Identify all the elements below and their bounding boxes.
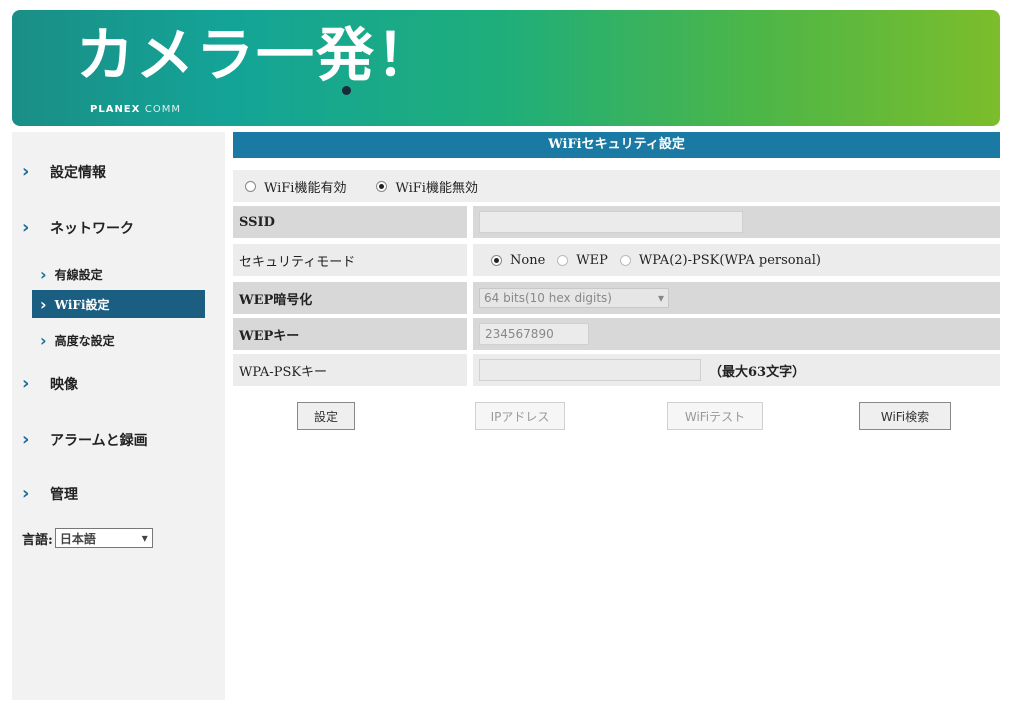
language-label: 言語: xyxy=(22,532,53,548)
mode-wep-label: WEP xyxy=(576,252,608,268)
sidebar: › 設定情報 › ネットワーク › 有線設定 › WiFi設定 › 高度な設定 … xyxy=(12,132,225,700)
chevron-right-icon: › xyxy=(22,161,30,182)
sidebar-item-video[interactable]: › 映像 xyxy=(22,374,78,394)
language-selector: 言語: 日本語 ▾ xyxy=(22,528,153,548)
sidebar-item-label: 映像 xyxy=(50,377,78,393)
mode-wpa-radio[interactable] xyxy=(619,254,631,266)
mode-wep-option[interactable]: WEP xyxy=(557,253,608,268)
mode-none-option[interactable]: None xyxy=(491,253,545,268)
wifi-disable-label: WiFi機能無効 xyxy=(395,180,478,196)
wpa-key-label: WPA-PSKキー xyxy=(233,354,467,386)
mode-none-label: None xyxy=(510,252,546,268)
mode-wpa-option[interactable]: WPA(2)-PSK(WPA personal) xyxy=(619,252,821,268)
wifi-enable-row: WiFi機能有効 WiFi機能無効 xyxy=(233,170,1000,202)
wep-encryption-cell: 64 bits(10 hex digits) ▾ xyxy=(473,282,1000,314)
chevron-right-icon: › xyxy=(22,373,30,394)
wep-encryption-label: WEP暗号化 xyxy=(233,282,467,314)
sidebar-item-label: ネットワーク xyxy=(50,221,134,237)
wifi-search-button[interactable]: WiFi検索 xyxy=(859,402,951,430)
chevron-right-icon: › xyxy=(22,483,30,504)
brand-logo: PLANEX COMM xyxy=(90,104,181,115)
sidebar-subitem-label: WiFi設定 xyxy=(54,297,110,312)
sidebar-subitem-wired[interactable]: › 有線設定 xyxy=(32,260,205,288)
wifi-disable-radio[interactable] xyxy=(376,180,388,192)
wifi-disable-option[interactable]: WiFi機能無効 xyxy=(376,177,478,196)
main-panel: WiFiセキュリティ設定 WiFi機能有効 WiFi機能無効 SSID セキュリ… xyxy=(233,132,1000,430)
wpa-key-row: WPA-PSKキー （最大63文字） xyxy=(233,354,1000,386)
sidebar-item-alarm[interactable]: › アラームと録画 xyxy=(22,430,148,450)
wifi-test-button[interactable]: WiFiテスト xyxy=(667,402,763,430)
wep-key-input[interactable]: 234567890 xyxy=(479,323,589,345)
logo-title: カメラ一発！ xyxy=(76,21,437,89)
wifi-enable-radio[interactable] xyxy=(245,180,256,192)
wep-encryption-select[interactable]: 64 bits(10 hex digits) ▾ xyxy=(479,288,669,308)
chevron-down-icon: ▾ xyxy=(657,291,664,305)
sidebar-subitem-label: 高度な設定 xyxy=(54,333,115,348)
ssid-cell xyxy=(473,206,1000,238)
wpa-key-hint: （最大63文字） xyxy=(709,364,806,380)
set-button[interactable]: 設定 xyxy=(297,402,355,430)
sidebar-subitem-label: 有線設定 xyxy=(54,267,103,282)
ssid-input[interactable] xyxy=(479,211,743,233)
chevron-right-icon: › xyxy=(40,294,47,314)
sidebar-subitem-advanced[interactable]: › 高度な設定 xyxy=(32,326,205,354)
language-select-value: 日本語 xyxy=(59,531,96,546)
ip-address-button[interactable]: IPアドレス xyxy=(475,402,565,430)
wifi-enable-label: WiFi機能有効 xyxy=(264,180,347,196)
chevron-down-icon: ▾ xyxy=(141,531,148,545)
sidebar-subitem-wifi[interactable]: › WiFi設定 xyxy=(32,290,205,318)
chevron-right-icon: › xyxy=(40,264,47,284)
wep-key-label: WEPキー xyxy=(233,318,467,350)
mode-wpa-label: WPA(2)-PSK(WPA personal) xyxy=(638,252,821,268)
chevron-right-icon: › xyxy=(22,429,30,450)
sidebar-item-status[interactable]: › 設定情報 xyxy=(22,162,106,182)
wpa-key-cell: （最大63文字） xyxy=(473,354,1000,386)
security-mode-label: セキュリティモード xyxy=(233,244,467,276)
security-mode-row: セキュリティモード None WEP WPA(2)-PSK(WPA person… xyxy=(233,244,1000,276)
wpa-key-input[interactable] xyxy=(479,359,701,381)
logo-dot-icon xyxy=(342,86,351,95)
wep-key-cell: 234567890 xyxy=(473,318,1000,350)
wifi-enable-option[interactable]: WiFi機能有効 xyxy=(245,177,346,196)
wep-encryption-row: WEP暗号化 64 bits(10 hex digits) ▾ xyxy=(233,282,1000,314)
brand-sub: COMM xyxy=(144,104,181,115)
settings-form: SSID セキュリティモード None WEP WPA(2)-PSK(WPA p… xyxy=(233,206,1000,386)
sidebar-item-label: 管理 xyxy=(50,487,78,503)
ssid-row: SSID xyxy=(233,206,1000,238)
sidebar-item-admin[interactable]: › 管理 xyxy=(22,484,78,504)
wep-encryption-value: 64 bits(10 hex digits) xyxy=(484,291,612,305)
sidebar-item-network[interactable]: › ネットワーク xyxy=(22,218,134,238)
language-select[interactable]: 日本語 ▾ xyxy=(54,528,153,548)
security-mode-cell: None WEP WPA(2)-PSK(WPA personal) xyxy=(473,244,1000,276)
ssid-label: SSID xyxy=(233,206,467,238)
mode-none-radio[interactable] xyxy=(491,254,502,266)
sidebar-item-label: 設定情報 xyxy=(50,165,106,181)
header-banner: カメラ一発！ PLANEX COMM xyxy=(12,10,1000,126)
panel-title: WiFiセキュリティ設定 xyxy=(233,132,1000,158)
action-buttons: 設定 IPアドレス WiFiテスト WiFi検索 xyxy=(233,402,1000,432)
app-frame: カメラ一発！ PLANEX COMM › 設定情報 › ネットワーク › 有線設… xyxy=(0,0,1009,723)
wep-key-row: WEPキー 234567890 xyxy=(233,318,1000,350)
chevron-right-icon: › xyxy=(22,217,30,238)
chevron-right-icon: › xyxy=(40,330,47,350)
mode-wep-radio[interactable] xyxy=(557,254,569,266)
brand-name: PLANEX xyxy=(90,104,141,115)
sidebar-item-label: アラームと録画 xyxy=(50,433,148,449)
